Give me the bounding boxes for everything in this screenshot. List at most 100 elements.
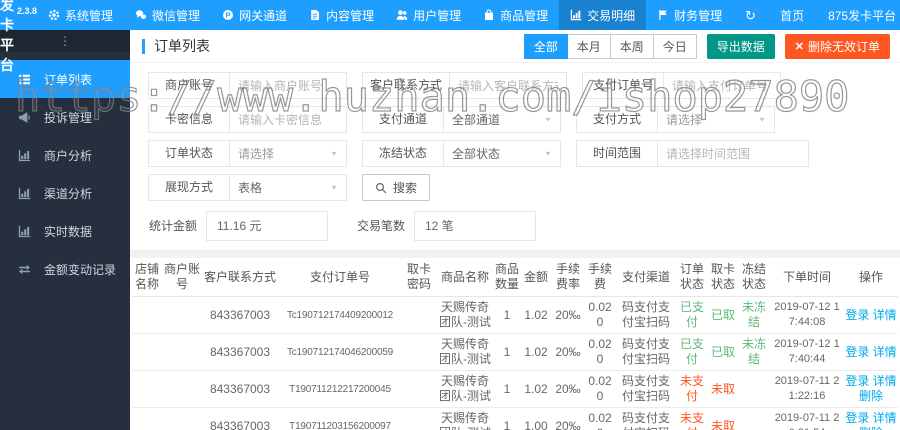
menu-goods[interactable]: 商品管理 [472, 0, 559, 30]
separator [130, 250, 900, 258]
app-logo[interactable]: 自动发卡平台 2.3.8 [0, 0, 38, 73]
op-login-link[interactable]: 登录 [845, 411, 869, 425]
range-tab-week[interactable]: 本周 [609, 33, 654, 59]
freeze-status-select[interactable]: 全部状态 ▼ [443, 140, 561, 167]
pay-method-select[interactable]: 请选择 ▼ [657, 106, 775, 133]
menu-users[interactable]: 用户管理 [385, 0, 472, 30]
cell-customer-contact: 843367003 [202, 370, 278, 408]
cell-pay-status: 已支付 [676, 296, 708, 334]
sidebar-collapse-toggle[interactable]: ⋮ [0, 30, 130, 52]
exchange-icon [18, 263, 33, 276]
total-amount-value[interactable]: 11.16 元 [206, 211, 328, 241]
pay-method-label: 支付方式 [576, 106, 658, 133]
cell-fee-rate: 20‰ [552, 333, 584, 371]
column-header: 商品数量 [494, 258, 520, 297]
app-version: 2.3.8 [17, 6, 38, 16]
column-header: 商品名称 [436, 258, 494, 297]
link-storefront[interactable]: 875发卡平台 [816, 0, 900, 30]
menu-label: 财务管理 [674, 8, 723, 23]
cell-merchant-account [162, 333, 202, 371]
menu-wechat[interactable]: 微信管理 [124, 0, 211, 30]
menu-label: 商品管理 [500, 8, 549, 23]
app-title: 自动发卡平台 [0, 0, 14, 73]
freeze-status-field: 冻结状态 全部状态 ▼ [362, 140, 561, 167]
column-header: 金额 [520, 258, 552, 297]
card-info-input[interactable] [229, 106, 347, 133]
search-label: 搜索 [393, 181, 418, 195]
column-header: 手续费率 [552, 258, 584, 297]
op-details-link[interactable]: 详情 [873, 308, 897, 322]
cell-amount: 1.02 [520, 370, 552, 408]
pay-channel-select[interactable]: 全部通道 ▼ [443, 106, 561, 133]
chart-icon [18, 187, 33, 200]
cell-freeze-status: 未冻结 [738, 333, 770, 371]
display-mode-select[interactable]: 表格 ▼ [229, 174, 347, 201]
menu-content[interactable]: 内容管理 [298, 0, 385, 30]
menu-gateway[interactable]: P 网关通道 [211, 0, 298, 30]
op-details-link[interactable]: 详情 [873, 345, 897, 359]
sidebar-item-order-list[interactable]: 订单列表 [0, 60, 130, 98]
menu-transactions[interactable]: 交易明细 [559, 0, 647, 30]
op-login-link[interactable]: 登录 [845, 308, 869, 322]
cell-amount: 1.02 [520, 333, 552, 371]
cell-product-name: 天赐传奇团队-测试 [436, 333, 494, 371]
export-data-button[interactable]: 导出数据 [706, 33, 775, 59]
sidebar-item-merchant-analysis[interactable]: 商户分析 [0, 136, 130, 174]
sidebar-item-channel-analysis[interactable]: 渠道分析 [0, 174, 130, 212]
range-tab-month[interactable]: 本月 [566, 33, 611, 59]
menu-system[interactable]: 系统管理 [37, 0, 124, 30]
cell-product-qty: 1 [494, 407, 520, 430]
sidebar-item-balance-log[interactable]: 金额变动记录 [0, 250, 130, 288]
op-delete-link[interactable]: 删除 [859, 389, 883, 403]
cell-actions: 登录 详情 删除 [844, 370, 898, 408]
op-details-link[interactable]: 详情 [873, 411, 897, 425]
cell-fee: 0.020 [584, 296, 616, 334]
customer-contact-input[interactable] [449, 72, 568, 99]
cell-amount: 1.00 [520, 407, 552, 430]
close-icon: ✕ [794, 40, 804, 53]
cell-shop-name [132, 370, 162, 408]
link-home[interactable]: 首页 [768, 0, 816, 30]
cell-shop-name [132, 407, 162, 430]
wechat-icon [135, 9, 147, 21]
op-login-link[interactable]: 登录 [845, 374, 869, 388]
cell-product-name: 天赐传奇团队-测试 [436, 407, 494, 430]
op-delete-link[interactable]: 删除 [859, 426, 883, 430]
menu-finance[interactable]: 财务管理 [646, 0, 733, 30]
op-details-link[interactable]: 详情 [873, 374, 897, 388]
cell-pay-channel: 码支付支付宝扫码 [616, 407, 676, 430]
range-tab-today[interactable]: 今日 [652, 33, 697, 59]
merchant-account-input[interactable] [229, 72, 347, 99]
pay-order-no-input[interactable] [663, 72, 782, 99]
op-login-link[interactable]: 登录 [845, 345, 869, 359]
cell-card-status: 未取 [708, 407, 738, 430]
pay-method-value: 请选择 [666, 113, 703, 127]
order-status-label: 订单状态 [148, 140, 230, 167]
cell-product-name: 天赐传奇团队-测试 [436, 296, 494, 334]
range-tab-all[interactable]: 全部 [523, 33, 568, 59]
merchant-account-field: 商户账号 [148, 72, 347, 99]
card-info-field: 卡密信息 [148, 106, 347, 133]
users-icon [396, 9, 408, 21]
cell-card-status: 已取 [708, 333, 738, 371]
pay-order-no-label: 支付订单号 [582, 72, 665, 99]
cell-card-status: 未取 [708, 370, 738, 408]
chevron-down-icon: ▼ [330, 149, 338, 158]
refresh-icon[interactable]: ↻ [733, 0, 768, 30]
cell-pay-order-no: Tc190712174046200059 [278, 333, 402, 371]
cell-merchant-account [162, 407, 202, 430]
cell-order-time: 2019-07-11 20:31:54 [770, 407, 844, 430]
delete-invalid-orders-button[interactable]: ✕ 删除无效订单 [784, 33, 890, 59]
cell-fee-rate: 20‰ [552, 370, 584, 408]
cell-pay-order-no: Tc190712174409200012 [278, 296, 402, 334]
sidebar-item-realtime-data[interactable]: 实时数据 [0, 212, 130, 250]
trade-count-value[interactable]: 12 笔 [414, 211, 536, 241]
cell-card-password [402, 333, 436, 371]
sidebar-item-label: 投诉管理 [44, 110, 93, 125]
order-status-select[interactable]: 请选择 ▼ [229, 140, 347, 167]
sidebar-item-complaints[interactable]: 投诉管理 [0, 98, 130, 136]
search-button[interactable]: 搜索 [362, 174, 431, 201]
svg-text:P: P [226, 11, 231, 20]
column-header: 商户账号 [162, 258, 202, 297]
time-range-input[interactable] [657, 140, 809, 167]
